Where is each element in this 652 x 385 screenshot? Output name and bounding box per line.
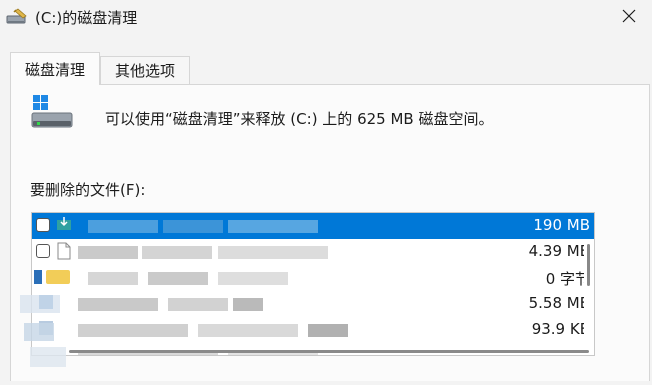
list-item[interactable]: 0 字节 [32, 265, 594, 291]
checkbox[interactable] [36, 244, 50, 258]
close-button[interactable] [606, 0, 652, 34]
vertical-scrollbar[interactable] [584, 239, 594, 355]
tab-strip: 磁盘清理 其他选项 [0, 50, 652, 86]
window-title: (C:)的磁盘清理 [35, 9, 138, 27]
file-size: 190 MB [533, 216, 590, 234]
cleanup-description: 可以使用“磁盘清理”来释放 (C:) 上的 625 MB 磁盘空间。 [105, 110, 494, 128]
list-item[interactable]: 93.9 KB [32, 317, 594, 343]
file-name-obscured [78, 295, 378, 313]
checkbox[interactable] [36, 218, 50, 232]
close-icon [622, 8, 636, 27]
files-to-delete-label: 要删除的文件(F): [30, 181, 146, 199]
file-size: 93.9 KB [531, 320, 590, 338]
download-icon [56, 216, 72, 236]
file-icon [56, 242, 72, 264]
file-size: 4.39 MB [528, 242, 590, 260]
file-name-obscured [78, 321, 378, 339]
files-list[interactable]: 190 MB 4.39 MB 0 字节 5.58 MB 93.9 KB [31, 212, 595, 356]
horizontal-scrollbar[interactable] [69, 350, 589, 353]
disk-cleanup-panel: 可以使用“磁盘清理”来释放 (C:) 上的 625 MB 磁盘空间。 要删除的文… [10, 84, 650, 381]
tab-disk-cleanup[interactable]: 磁盘清理 [10, 52, 100, 85]
list-item[interactable]: 190 MB [32, 213, 594, 239]
hard-drive-icon [31, 93, 75, 135]
title-bar: (C:)的磁盘清理 [0, 0, 652, 36]
package-icon [38, 320, 54, 340]
file-name-obscured [78, 269, 378, 287]
tab-other-options[interactable]: 其他选项 [100, 56, 190, 84]
package-icon [38, 294, 54, 314]
list-item[interactable]: 5.58 MB [32, 291, 594, 317]
file-size: 5.58 MB [528, 294, 590, 312]
scroll-thumb[interactable] [587, 244, 590, 286]
folder-icon [34, 268, 74, 290]
file-name-obscured [78, 243, 378, 261]
disk-cleanup-icon [6, 7, 28, 31]
file-name-obscured [78, 217, 378, 235]
list-item[interactable]: 4.39 MB [32, 239, 594, 265]
